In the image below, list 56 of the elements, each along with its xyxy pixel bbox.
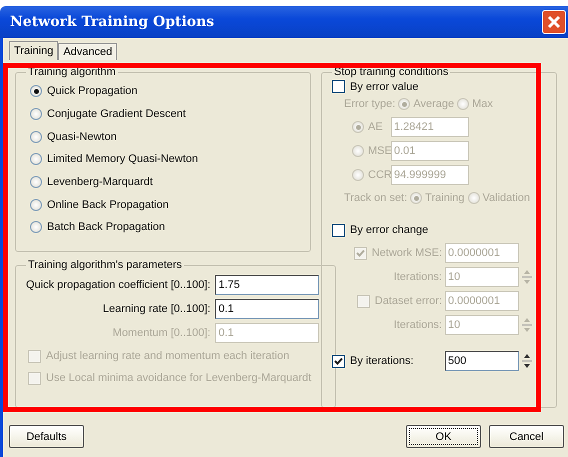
checkbox[interactable] bbox=[332, 80, 345, 93]
group-title: Training algorithm's parameters bbox=[27, 259, 183, 271]
radio-label[interactable]: Max bbox=[472, 98, 493, 110]
checkbox-label[interactable]: By iterations: bbox=[350, 355, 414, 367]
field-label: Error type: bbox=[344, 98, 396, 110]
radio-label[interactable]: CCR bbox=[368, 169, 391, 181]
radio-button[interactable] bbox=[352, 121, 364, 133]
radio-button[interactable] bbox=[30, 221, 42, 234]
checkbox-label[interactable]: Dataset error: bbox=[374, 295, 442, 307]
radio-button[interactable] bbox=[30, 85, 42, 98]
radio-label[interactable]: AE bbox=[368, 121, 391, 133]
checkbox-label[interactable]: Network MSE: bbox=[372, 247, 442, 259]
radio-label[interactable]: Quick Propagation bbox=[47, 85, 138, 98]
radio-button[interactable] bbox=[30, 153, 42, 166]
checkbox-label[interactable]: By error change bbox=[350, 224, 428, 236]
field-label: Iterations: bbox=[394, 319, 442, 331]
radio-label[interactable]: MSE bbox=[368, 145, 391, 157]
radio-button[interactable] bbox=[468, 192, 480, 204]
close-button[interactable] bbox=[542, 10, 566, 34]
radio-button[interactable] bbox=[457, 98, 470, 110]
radio-button[interactable] bbox=[30, 176, 42, 188]
radio-label[interactable]: Limited Memory Quasi-Newton bbox=[47, 153, 198, 166]
radio-label[interactable]: Conjugate Gradient Descent bbox=[47, 108, 186, 120]
checkbox[interactable] bbox=[332, 224, 345, 236]
radio-button[interactable] bbox=[410, 192, 422, 204]
radio-button[interactable] bbox=[398, 98, 410, 110]
radio-label[interactable]: Levenberg-Marquardt bbox=[47, 176, 153, 188]
dialog-button[interactable]: Defaults bbox=[9, 425, 84, 448]
radio-label[interactable]: Batch Back Propagation bbox=[47, 221, 166, 234]
tab[interactable]: Advanced bbox=[58, 43, 118, 60]
close-icon bbox=[546, 14, 562, 30]
radio-label[interactable]: Validation bbox=[482, 192, 530, 204]
radio-label[interactable]: Average bbox=[413, 98, 454, 110]
dialog-button[interactable]: OK bbox=[406, 425, 481, 448]
field-label: Learning rate [0..100]: bbox=[102, 303, 210, 315]
checkbox-label[interactable]: By error value bbox=[350, 80, 418, 92]
field-label: Track on set: bbox=[344, 192, 408, 204]
dialog-button[interactable]: Cancel bbox=[489, 425, 564, 448]
field-label: Iterations: bbox=[394, 271, 442, 283]
window-title: Network Training Options bbox=[10, 14, 214, 30]
radio-button[interactable] bbox=[352, 169, 364, 181]
radio-button[interactable] bbox=[352, 145, 364, 157]
input-field[interactable]: 500 bbox=[445, 351, 519, 371]
field-label: Quick propagation coefficient [0..100]: bbox=[26, 279, 210, 291]
radio-label[interactable]: Quasi-Newton bbox=[47, 130, 117, 143]
radio-button[interactable] bbox=[30, 108, 42, 120]
radio-label[interactable]: Online Back Propagation bbox=[47, 198, 169, 211]
checkbox[interactable] bbox=[332, 354, 345, 368]
group-title: Stop training conditions bbox=[333, 66, 450, 78]
radio-label[interactable]: Training bbox=[425, 192, 465, 204]
input-field[interactable]: 0.1 bbox=[215, 299, 320, 319]
input-field[interactable]: 1.75 bbox=[215, 275, 320, 295]
radio-button[interactable] bbox=[30, 130, 42, 143]
field-label: Momentum [0..100]: bbox=[112, 327, 210, 339]
radio-button[interactable] bbox=[30, 198, 42, 211]
tab[interactable]: Training bbox=[9, 41, 58, 60]
